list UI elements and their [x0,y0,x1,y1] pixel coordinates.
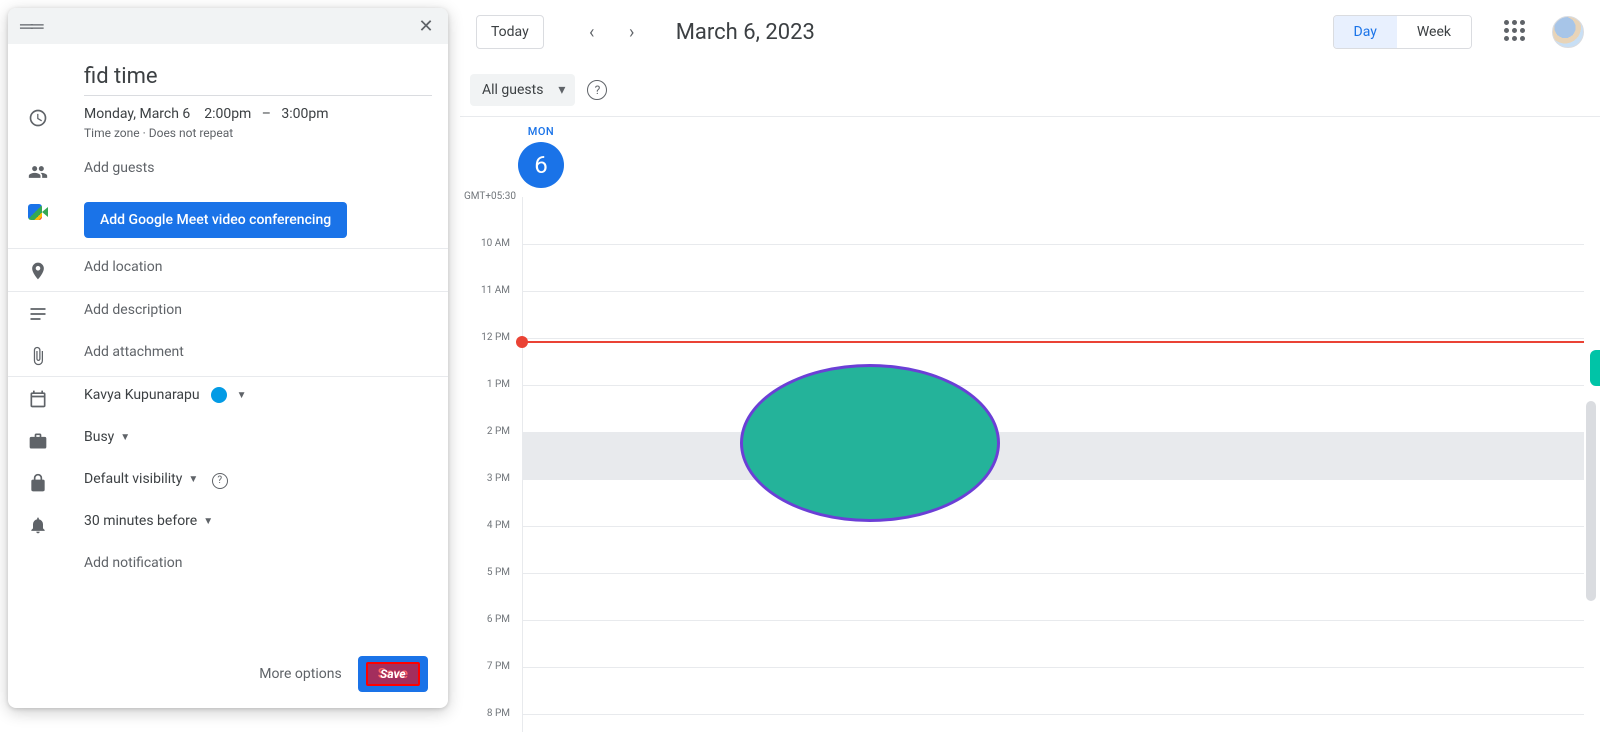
location-icon [28,259,84,281]
save-button[interactable]: Save Save [358,656,428,692]
day-header: MON 6 [460,117,1600,191]
briefcase-icon [28,429,84,451]
hour-label: 7 PM [460,661,518,672]
timezone-repeat-text[interactable]: Time zone · Does not repeat [84,126,432,140]
visibility-select[interactable]: Default visibility▼ ? [84,471,432,489]
account-avatar[interactable] [1552,16,1584,48]
topbar: Today ‹ › March 6, 2023 Day Week [460,0,1600,64]
guests-icon [28,160,84,182]
bell-icon [28,513,84,535]
clock-icon [28,106,84,128]
add-guests-field[interactable]: Add guests [84,160,432,176]
new-event-slot[interactable] [523,432,1584,479]
reminder-select[interactable]: 30 minutes before▼ [84,513,432,529]
close-icon[interactable]: ✕ [412,12,440,40]
time-grid[interactable]: GMT+05:30 10 AM11 AM12 PM1 PM2 PM3 PM4 P… [460,191,1600,732]
hour-label: 5 PM [460,567,518,578]
view-week-button[interactable]: Week [1397,16,1471,48]
prev-period-button[interactable]: ‹ [576,16,608,48]
add-notification-button[interactable]: Add notification [84,555,432,571]
chevron-down-icon: ▼ [120,432,130,443]
scrollbar-thumb[interactable] [1586,401,1596,601]
panel-header: ══ ✕ [8,8,448,44]
event-edit-panel: ══ ✕ Monday, March 6 2:00pm – 3:00pm Tim… [8,8,448,708]
event-end-time[interactable]: 3:00pm [281,106,328,122]
hour-label: 8 PM [460,708,518,719]
hour-label: 3 PM [460,473,518,484]
filter-bar: All guests ? [460,64,1600,116]
chevron-down-icon: ▼ [188,474,198,485]
side-panel-tab[interactable] [1590,350,1600,386]
view-switcher: Day Week [1333,15,1472,49]
chevron-down-icon: ▼ [237,390,247,401]
annotation-save-highlight: Save [366,662,420,686]
day-number-badge[interactable]: 6 [518,142,564,188]
hour-label: 4 PM [460,520,518,531]
add-location-field[interactable]: Add location [84,259,432,275]
hour-label: 2 PM [460,426,518,437]
calendar-owner-select[interactable]: Kavya Kupunarapu ▼ [84,387,432,403]
help-icon[interactable]: ? [212,473,228,489]
add-description-field[interactable]: Add description [84,302,432,318]
hour-label: 10 AM [460,238,518,249]
event-start-time[interactable]: 2:00pm [204,106,251,122]
hour-label: 12 PM [460,332,518,343]
calendar-main: Today ‹ › March 6, 2023 Day Week All gue… [460,0,1600,732]
guest-filter-dropdown[interactable]: All guests [470,74,575,106]
hour-label: 6 PM [460,614,518,625]
calendar-color-dot [211,387,227,403]
add-attachment-field[interactable]: Add attachment [84,344,432,360]
event-title-input[interactable] [84,56,432,96]
hour-label: 1 PM [460,379,518,390]
calendar-icon [28,387,84,409]
current-time-indicator [518,341,1584,343]
description-icon [28,302,84,324]
today-button[interactable]: Today [476,15,544,49]
lock-icon [28,471,84,493]
hour-label: 11 AM [460,285,518,296]
meet-icon [28,202,84,220]
drag-handle-icon[interactable]: ══ [20,16,42,37]
add-meet-button[interactable]: Add Google Meet video conferencing [84,202,347,238]
chevron-down-icon: ▼ [203,516,213,527]
annotation-ellipse [740,364,1000,522]
view-day-button[interactable]: Day [1334,16,1397,48]
day-of-week-label: MON [518,125,564,138]
more-options-button[interactable]: More options [259,666,342,682]
attachment-icon [28,344,84,366]
current-date-title: March 6, 2023 [676,20,815,45]
help-icon[interactable]: ? [587,80,607,100]
next-period-button[interactable]: › [616,16,648,48]
availability-select[interactable]: Busy▼ [84,429,432,445]
apps-grid-icon[interactable] [1504,20,1528,44]
event-date[interactable]: Monday, March 6 [84,106,190,122]
owner-name: Kavya Kupunarapu [84,387,200,403]
